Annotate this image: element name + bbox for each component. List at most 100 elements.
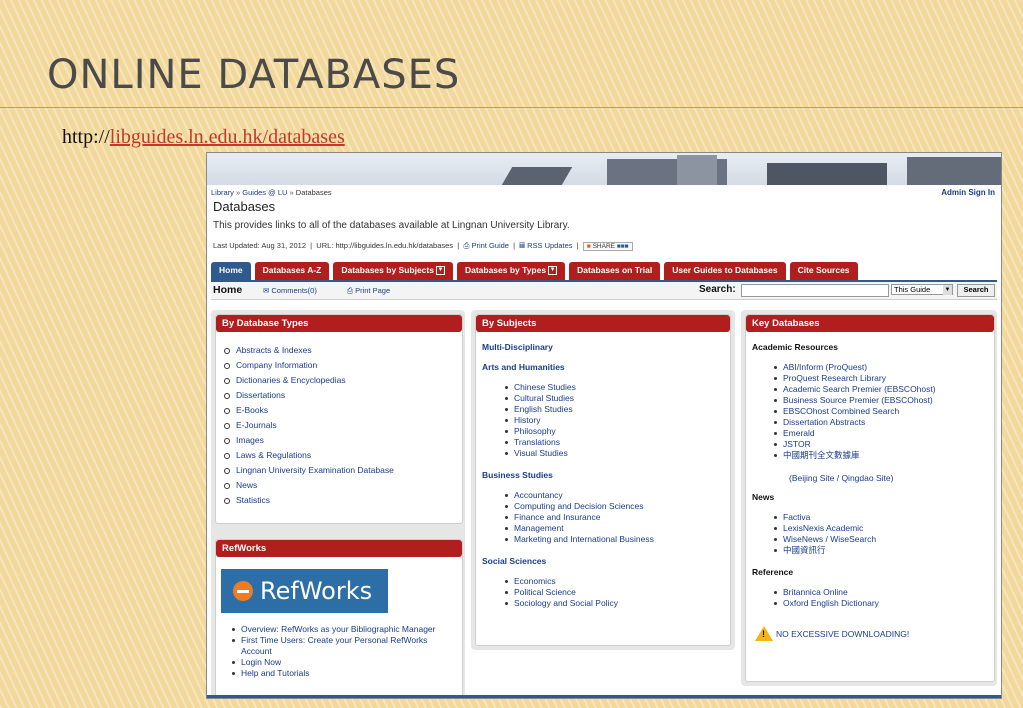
academic-list: ABI/Inform (ProQuest) ProQuest Research … [773, 362, 936, 461]
list-item[interactable]: Visual Studies [504, 448, 576, 459]
list-item[interactable]: E-Books [222, 403, 394, 418]
refworks-logo-text: RefWorks [260, 577, 373, 605]
list-item[interactable]: LexisNexis Academic [773, 523, 876, 534]
tab-databases-by-types[interactable]: Databases by Types ▼ [456, 262, 566, 280]
rss-icon: ▦ [519, 241, 525, 250]
tab-databases-on-trial[interactable]: Databases on Trial [569, 262, 661, 280]
key-databases-heading: Key Databases [746, 315, 994, 332]
refworks-list: Overview: RefWorks as your Bibliographic… [231, 624, 456, 679]
list-item[interactable]: Dissertations [222, 388, 394, 403]
list-item[interactable]: English Studies [504, 404, 576, 415]
list-item[interactable]: Britannica Online [773, 587, 879, 598]
title-divider [0, 107, 1023, 108]
list-item[interactable]: ABI/Inform (ProQuest) [773, 362, 936, 373]
print-guide-link[interactable]: ⎙ Print Guide [463, 241, 509, 250]
list-item[interactable]: 中國期刊全文數據庫 [773, 450, 936, 461]
list-item[interactable]: Abstracts & Indexes [222, 343, 394, 358]
dropdown-icon: ▼ [548, 266, 558, 276]
by-types-heading: By Database Types [216, 315, 462, 332]
multi-disciplinary-link[interactable]: Multi-Disciplinary [482, 342, 553, 352]
search-scope-select[interactable]: This Guide ▼ [891, 284, 953, 295]
library-banner [207, 153, 1001, 185]
tab-databases-a-z[interactable]: Databases A-Z [254, 262, 330, 280]
breadcrumb-guides[interactable]: Guides @ LU [242, 188, 287, 197]
list-item[interactable]: JSTOR [773, 439, 936, 450]
tab-cite-sources[interactable]: Cite Sources [789, 262, 858, 280]
admin-sign-in-link[interactable]: Admin Sign In [941, 188, 995, 197]
list-item[interactable]: Images [222, 433, 394, 448]
download-warning[interactable]: ! NO EXCESSIVE DOWNLOADING! [755, 626, 909, 641]
printer-icon: ⎙ [463, 241, 470, 250]
list-item[interactable]: 中國資訊行 [773, 545, 876, 556]
search-button[interactable]: Search [957, 284, 995, 297]
refworks-logo-icon [233, 581, 253, 601]
list-item[interactable]: Translations [504, 437, 576, 448]
url-line: http://libguides.ln.edu.hk/databases [62, 126, 345, 149]
academic-resources-heading: Academic Resources [752, 342, 838, 352]
print-page-link[interactable]: ⎙ Print Page [347, 286, 390, 296]
browser-screenshot: Library » Guides @ LU » Databases Admin … [206, 152, 1002, 699]
list-item[interactable]: First Time Users: Create your Personal R… [231, 635, 456, 657]
list-item[interactable]: Lingnan University Examination Database [222, 463, 394, 478]
list-item[interactable]: Political Science [504, 587, 618, 598]
comments-link[interactable]: ✉ Comments(0) [263, 286, 317, 295]
list-item[interactable]: Statistics [222, 493, 394, 508]
tab-user-guides[interactable]: User Guides to Databases [664, 262, 786, 280]
warning-icon: ! [755, 626, 773, 641]
breadcrumb-current: Databases [295, 188, 332, 197]
types-list: Abstracts & Indexes Company Information … [222, 343, 394, 508]
list-item[interactable]: Oxford English Dictionary [773, 598, 879, 609]
list-item[interactable]: History [504, 415, 576, 426]
list-item[interactable]: Laws & Regulations [222, 448, 394, 463]
comment-icon: ✉ [263, 286, 270, 295]
list-item[interactable]: Login Now [231, 657, 456, 668]
window-bottom-bar [207, 695, 1001, 698]
list-item[interactable]: WiseNews / WiseSearch [773, 534, 876, 545]
list-item[interactable]: Management [504, 523, 654, 534]
business-list: Accountancy Computing and Decision Scien… [504, 490, 654, 545]
business-studies-link[interactable]: Business Studies [482, 470, 553, 480]
social-sciences-link[interactable]: Social Sciences [482, 556, 546, 566]
list-item[interactable]: Overview: RefWorks as your Bibliographic… [231, 624, 456, 635]
refworks-logo[interactable]: RefWorks [221, 569, 388, 613]
search-label: Search: [699, 284, 736, 295]
printer-icon: ⎙ [347, 286, 353, 295]
list-item[interactable]: E-Journals [222, 418, 394, 433]
list-item[interactable]: Company Information [222, 358, 394, 373]
share-icon: ■ [586, 243, 591, 250]
tab-databases-by-subjects[interactable]: Databases by Subjects ▼ [333, 262, 453, 280]
list-item[interactable]: Emerald [773, 428, 936, 439]
url-link[interactable]: libguides.ln.edu.hk/databases [110, 126, 345, 148]
list-item[interactable]: Chinese Studies [504, 382, 576, 393]
list-item[interactable]: News [222, 478, 394, 493]
list-item[interactable]: Academic Search Premier (EBSCOhost) [773, 384, 936, 395]
breadcrumb-library[interactable]: Library [211, 188, 234, 197]
list-item[interactable]: EBSCOhost Combined Search [773, 406, 936, 417]
list-item[interactable]: Accountancy [504, 490, 654, 501]
search-input[interactable] [741, 284, 889, 297]
list-item[interactable]: Finance and Insurance [504, 512, 654, 523]
list-item[interactable]: Computing and Decision Sciences [504, 501, 654, 512]
list-item[interactable]: Factiva [773, 512, 876, 523]
list-item[interactable]: Dissertation Abstracts [773, 417, 936, 428]
last-updated: Last Updated: Aug 31, 2012 [213, 241, 306, 250]
arts-humanities-link[interactable]: Arts and Humanities [482, 362, 565, 372]
list-item[interactable]: Cultural Studies [504, 393, 576, 404]
tab-home[interactable]: Home [211, 262, 251, 280]
news-heading: News [752, 492, 775, 502]
cnki-sites-links[interactable]: (Beijing Site / Qingdao Site) [789, 473, 893, 483]
guide-description: This provides links to all of the databa… [213, 220, 570, 231]
list-item[interactable]: Dictionaries & Encyclopedias [222, 373, 394, 388]
dropdown-icon: ▼ [435, 266, 445, 276]
by-subjects-heading: By Subjects [476, 315, 730, 332]
list-item[interactable]: ProQuest Research Library [773, 373, 936, 384]
rss-link[interactable]: ▦ RSS Updates [519, 241, 572, 250]
list-item[interactable]: Sociology and Social Policy [504, 598, 618, 609]
list-item[interactable]: Economics [504, 576, 618, 587]
share-button[interactable]: ■ SHARE ■■■ [582, 242, 633, 251]
list-item[interactable]: Help and Tutorials [231, 668, 456, 679]
list-item[interactable]: Marketing and International Business [504, 534, 654, 545]
list-item[interactable]: Philosophy [504, 426, 576, 437]
list-item[interactable]: Business Source Premier (EBSCOhost) [773, 395, 936, 406]
url-prefix: http:// [62, 126, 110, 148]
